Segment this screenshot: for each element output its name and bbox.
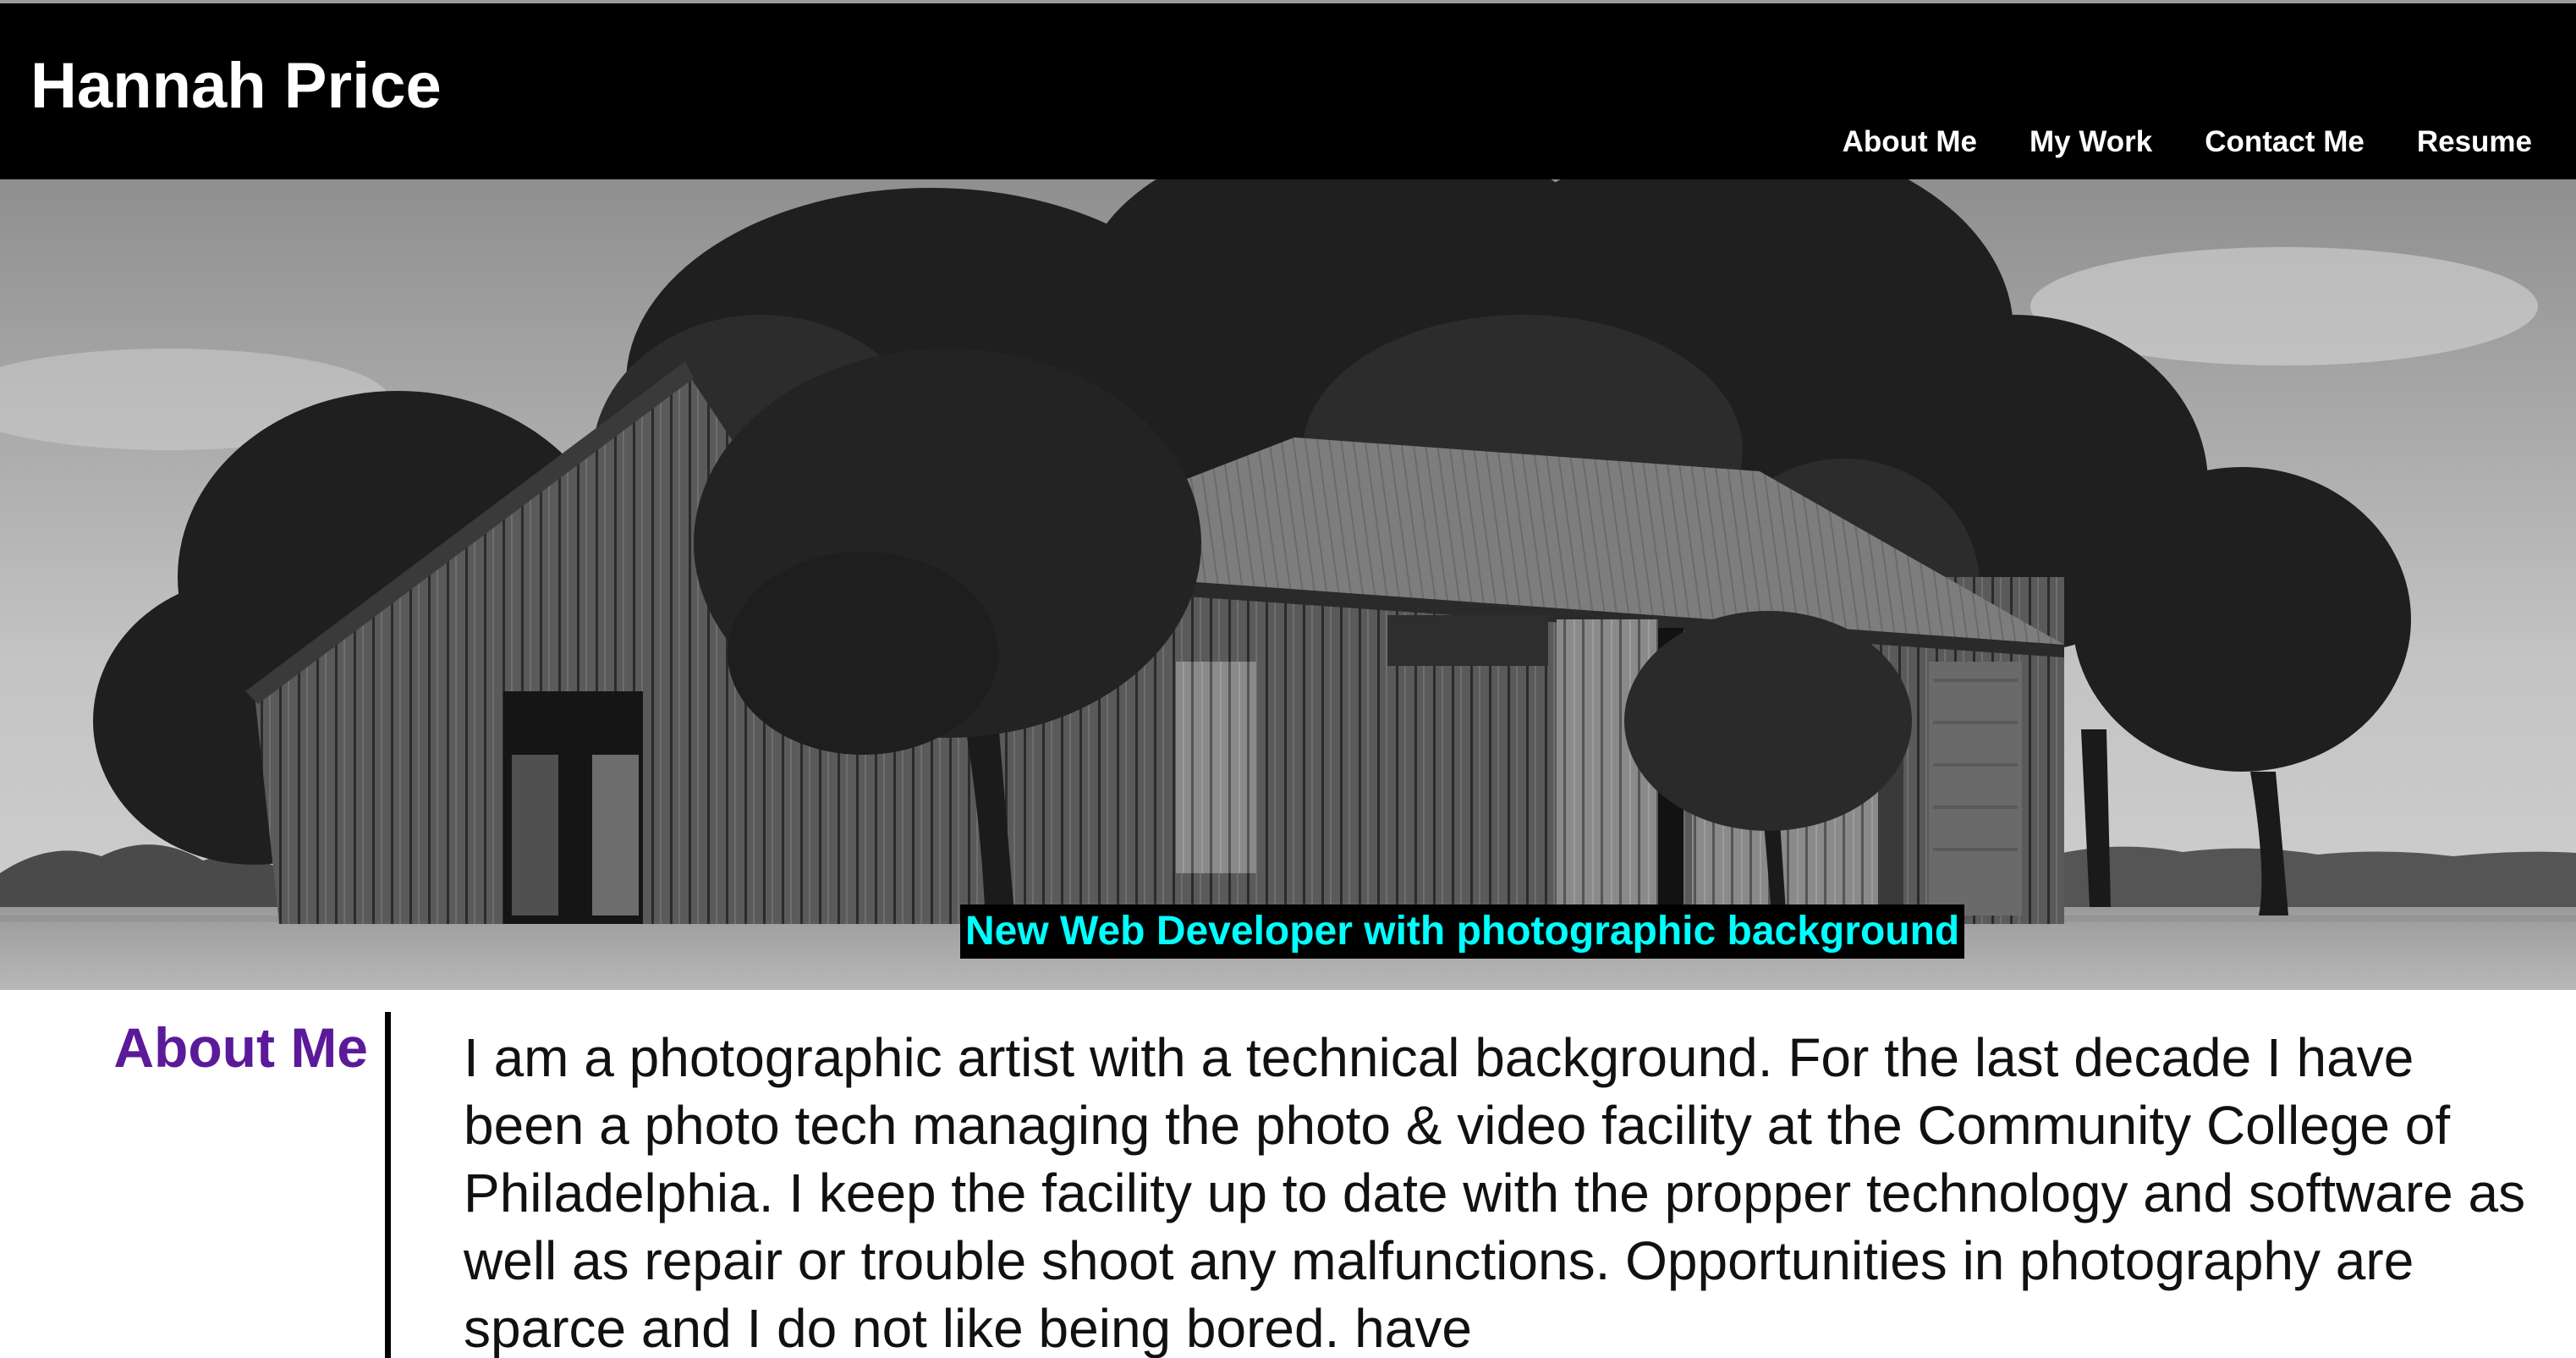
nav-link-my-work[interactable]: My Work xyxy=(2029,124,2152,160)
site-title: Hannah Price xyxy=(30,50,442,122)
about-section: About Me I am a photographic artist with… xyxy=(0,990,2576,1358)
barn-photo xyxy=(0,179,2576,990)
nav-link-resume[interactable]: Resume xyxy=(2417,124,2532,160)
nav-link-about-me[interactable]: About Me xyxy=(1843,124,1977,160)
hero-banner xyxy=(0,179,2576,990)
about-divider xyxy=(385,1012,391,1358)
about-text: I am a photographic artist with a techni… xyxy=(464,1027,2526,1358)
site-header: Hannah Price About Me My Work Contact Me… xyxy=(0,3,2576,179)
nav-link-contact-me[interactable]: Contact Me xyxy=(2205,124,2365,160)
main-nav: About Me My Work Contact Me Resume xyxy=(1843,124,2532,160)
about-heading: About Me xyxy=(113,1016,368,1079)
hero-tagline: New Web Developer with photographic back… xyxy=(960,904,1965,959)
